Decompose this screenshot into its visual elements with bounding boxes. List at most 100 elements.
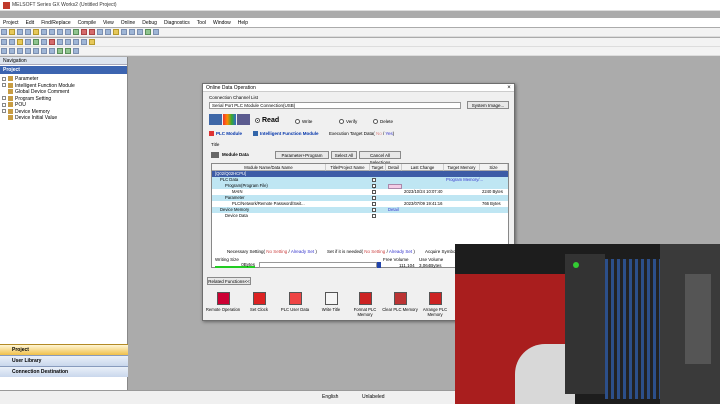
col-last-change[interactable]: Last Change <box>402 164 444 171</box>
expand-icon[interactable] <box>2 96 6 101</box>
set-clock-button[interactable]: Set Clock <box>241 292 277 312</box>
nav-button-project[interactable]: Project <box>0 344 128 355</box>
read-plc-icon[interactable] <box>89 29 95 35</box>
menu-window[interactable]: Window <box>213 20 231 26</box>
vertical-line-icon[interactable] <box>49 48 55 54</box>
parameter-program-button[interactable]: Parameter+Program <box>275 151 329 159</box>
label-icon[interactable] <box>153 29 159 35</box>
alert-icon[interactable] <box>49 39 55 45</box>
menu-debug[interactable]: Debug <box>142 20 157 26</box>
paste-icon[interactable] <box>49 29 55 35</box>
menu-find-replace[interactable]: Find/Replace <box>41 20 70 26</box>
col-title[interactable]: Title/Project Name <box>326 164 370 171</box>
line-icon[interactable] <box>41 48 47 54</box>
mode-delete[interactable]: Delete <box>373 119 393 125</box>
folder-icon[interactable] <box>17 39 23 45</box>
related-functions-button[interactable]: Related Functions<< <box>207 277 251 285</box>
expand-icon[interactable] <box>2 109 6 114</box>
menu-project[interactable]: Project <box>3 20 19 26</box>
system-image-button[interactable]: System Image... <box>467 101 509 109</box>
table-icon[interactable] <box>41 39 47 45</box>
navigation-section-project[interactable]: Project <box>0 66 127 74</box>
menu-tool[interactable]: Tool <box>197 20 206 26</box>
window-icon[interactable] <box>57 39 63 45</box>
target-checkbox[interactable] <box>372 196 376 200</box>
monitor-icon[interactable] <box>97 29 103 35</box>
mode-read[interactable]: Read <box>255 117 279 124</box>
menu-online[interactable]: Online <box>121 20 135 26</box>
save-icon[interactable] <box>17 29 23 35</box>
undo-icon[interactable] <box>57 29 63 35</box>
menu-help[interactable]: Help <box>238 20 248 26</box>
tree-item-device-initial-value[interactable]: Device Initial Value <box>2 115 127 122</box>
zoom-icon[interactable] <box>1 39 7 45</box>
write-radio[interactable] <box>295 119 300 125</box>
cut-icon[interactable] <box>33 29 39 35</box>
clear-plc-memory-button[interactable]: Clear PLC Memory <box>382 292 418 312</box>
comment-icon[interactable] <box>81 39 87 45</box>
close-icon[interactable]: × <box>506 85 512 91</box>
cancel-all-selections-button[interactable]: Cancel All Selections <box>359 151 401 165</box>
statement-icon[interactable] <box>89 39 95 45</box>
function-icon[interactable] <box>33 48 39 54</box>
redo-icon[interactable] <box>65 29 71 35</box>
rising-edge-icon[interactable] <box>57 48 63 54</box>
target-checkbox[interactable] <box>372 178 376 182</box>
tab-plc-module[interactable]: PLC Module <box>209 131 242 137</box>
detail-button[interactable] <box>388 183 402 189</box>
target-checkbox[interactable] <box>372 214 376 218</box>
target-checkbox[interactable] <box>372 202 376 206</box>
stop-monitor-icon[interactable] <box>105 29 111 35</box>
expand-icon[interactable] <box>2 83 6 88</box>
menu-edit[interactable]: Edit <box>26 20 35 26</box>
target-checkbox[interactable] <box>372 208 376 212</box>
ladder-symbol-icon[interactable] <box>1 48 7 54</box>
check-icon[interactable] <box>33 39 39 45</box>
contact-icon[interactable] <box>129 29 135 35</box>
col-size[interactable]: Size <box>480 164 508 171</box>
device-list-icon[interactable] <box>73 39 79 45</box>
nc-contact-icon[interactable] <box>17 48 23 54</box>
cross-ref-icon[interactable] <box>65 39 71 45</box>
menu-diagnostics[interactable]: Diagnostics <box>164 20 190 26</box>
write-title-button[interactable]: Write Title <box>313 292 349 312</box>
col-target-memory[interactable]: Target Memory S... <box>444 164 480 177</box>
coil-icon[interactable] <box>137 29 143 35</box>
ladder-icon[interactable] <box>121 29 127 35</box>
remote-operation-button[interactable]: Remote Operation <box>205 292 241 312</box>
plc-user-data-button[interactable]: PLC User Data <box>277 292 313 312</box>
open-icon[interactable] <box>9 29 15 35</box>
menu-compile[interactable]: Compile <box>78 20 96 26</box>
expand-icon[interactable] <box>2 102 6 107</box>
tab-intelligent-function-module[interactable]: Intelligent Function Module <box>253 131 319 137</box>
select-all-button[interactable]: Select All <box>331 151 357 159</box>
device-icon[interactable] <box>145 29 151 35</box>
compile-icon[interactable] <box>113 29 119 35</box>
falling-edge-icon[interactable] <box>65 48 71 54</box>
search-icon[interactable] <box>73 29 79 35</box>
invert-icon[interactable] <box>73 48 79 54</box>
format-plc-memory-button[interactable]: Format PLC Memory <box>347 292 383 317</box>
arrange-plc-memory-button[interactable]: Arrange PLC Memory <box>417 292 453 317</box>
col-module-name[interactable]: Module Name/Data Name <box>212 164 326 171</box>
print-icon[interactable] <box>25 29 31 35</box>
copy-icon[interactable] <box>41 29 47 35</box>
nav-button-user-library[interactable]: User Library <box>0 355 128 366</box>
read-radio[interactable] <box>255 117 260 123</box>
delete-radio[interactable] <box>373 119 378 125</box>
table-row[interactable]: Device Data <box>212 213 508 219</box>
col-detail[interactable]: Detail <box>386 164 402 171</box>
expand-icon[interactable] <box>2 76 6 81</box>
target-checkbox[interactable]: ✓ <box>372 184 377 190</box>
new-icon[interactable] <box>1 29 7 35</box>
mode-write[interactable]: Write <box>295 119 312 125</box>
col-target[interactable]: Target <box>370 164 386 171</box>
verify-radio[interactable] <box>339 119 344 125</box>
grid-icon[interactable] <box>9 39 15 45</box>
list-icon[interactable] <box>25 39 31 45</box>
write-plc-icon[interactable] <box>81 29 87 35</box>
no-contact-icon[interactable] <box>9 48 15 54</box>
menu-view[interactable]: View <box>103 20 114 26</box>
nav-button-connection-destination[interactable]: Connection Destination <box>0 366 128 377</box>
output-coil-icon[interactable] <box>25 48 31 54</box>
